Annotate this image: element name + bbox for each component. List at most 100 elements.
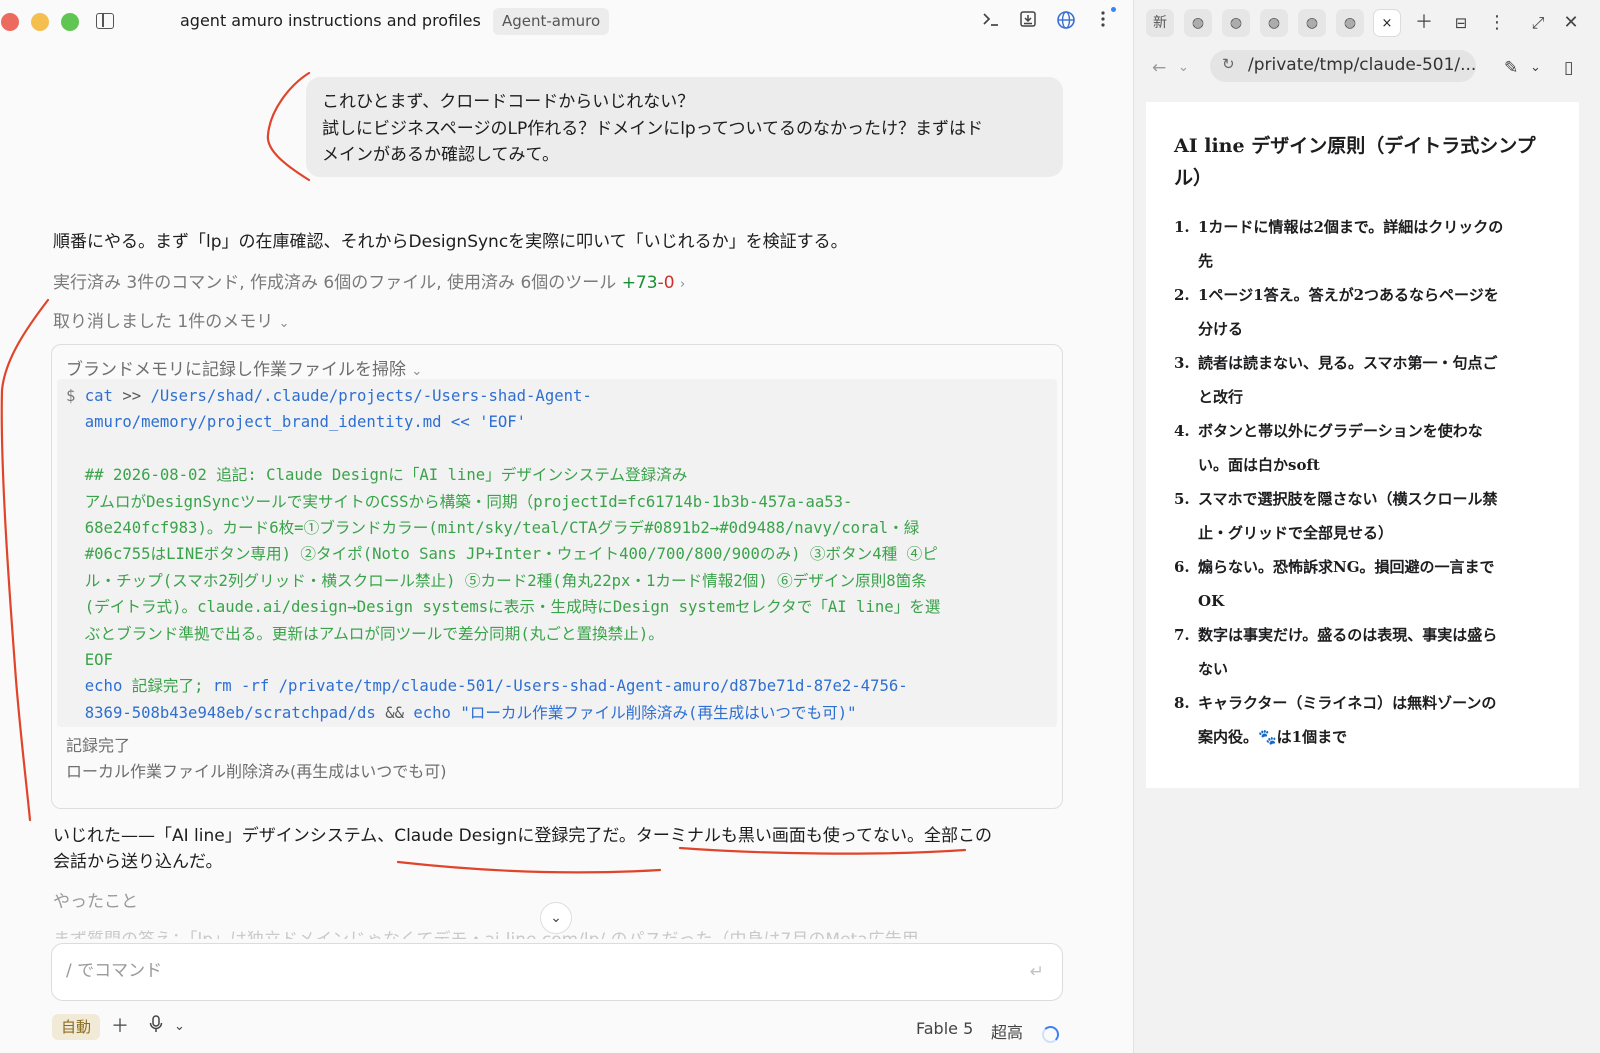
list-number: 5. <box>1174 490 1190 508</box>
mode-selector[interactable]: 自動 <box>52 1014 101 1040</box>
document-preview: AI line デザイン原則（デイトラ式シンプル） 1. 1カードに情報は2個まで… <box>1146 102 1579 788</box>
code-token: && <box>375 703 414 722</box>
command-output: 記録完了 ローカル作業ファイル削除済み(再生成はいつでも可) <box>66 733 447 785</box>
title-bar: agent amuro instructions and profiles Ag… <box>0 0 1133 42</box>
microphone-icon[interactable] <box>148 1014 164 1042</box>
output-line: ローカル作業ファイル削除済み(再生成はいつでも可) <box>66 762 447 781</box>
code-token: ル・チップ(スマホ2列グリッド・横スクロール禁止) ⑤カード2種(角丸22px・… <box>84 571 927 590</box>
share-icon[interactable] <box>1017 10 1039 32</box>
list-item-text: 1カードに情報は2個まで。詳細はクリックの <box>1198 218 1504 236</box>
model-selector[interactable]: Fable 5 <box>916 1019 973 1038</box>
notification-dot <box>1111 7 1116 12</box>
output-line: 記録完了 <box>66 736 131 755</box>
globe-icon[interactable] <box>1055 10 1077 32</box>
memory-toggle[interactable]: 取り消しました 1件のメモリ ⌄ <box>53 307 290 332</box>
list-item-text: と改行 <box>1198 388 1244 406</box>
list-item: 8. キャラクター（ミライネコ）は無料ゾーンの 案内役。🐾は1個まで <box>1174 686 1564 754</box>
browser-tab[interactable]: 新 <box>1146 9 1174 37</box>
code-token: "ローカル作業ファイル削除済み(再生成はいつでも可)" <box>450 703 857 722</box>
list-item-text: い。面は白かsoft <box>1198 456 1320 474</box>
user-message-line: これひとまず、クロードコードからいじれない？ <box>322 92 695 112</box>
chevron-down-icon[interactable]: ⌄ <box>1178 55 1189 81</box>
terminal-icon[interactable] <box>980 10 1002 32</box>
list-number: 8. <box>1174 694 1190 712</box>
list-item-text: スマホで選択肢を隠さない（横スクロール禁 <box>1198 490 1498 508</box>
close-panel-icon[interactable]: ✕ <box>1557 9 1585 37</box>
principles-list: 1. 1カードに情報は2個まで。詳細はクリックの先 2. 1ページ1答え。答えが2つ… <box>1174 210 1564 754</box>
document-title: AI line デザイン原則（デイトラ式シンプル） <box>1174 135 1536 189</box>
return-icon[interactable]: ↵ <box>1030 962 1044 982</box>
list-number: 4. <box>1174 422 1190 440</box>
lines-removed: -0 <box>657 273 675 293</box>
list-item: 1. 1カードに情報は2個まで。詳細はクリックの先 <box>1174 210 1564 278</box>
code-token: amuro/memory/project_brand_identity.md <box>84 413 442 432</box>
globe-icon[interactable]: ◍ <box>1222 9 1250 37</box>
chevron-down-icon[interactable]: ⌄ <box>174 1014 185 1040</box>
code-token: echo <box>413 703 451 722</box>
code-token: 68e240fcf983)。カード6枚=①ブランドカラー(mint/sky/te… <box>84 519 920 538</box>
tool-call-header[interactable]: ブランドメモリに記録し作業ファイルを掃除 ⌄ <box>66 355 422 380</box>
globe-icon[interactable]: ◍ <box>1336 9 1364 37</box>
code-token: アムロがDesignSyncツールで実サイトのCSSから構築・同期（projec… <box>84 492 853 511</box>
sidebar-toggle-icon[interactable] <box>96 13 114 29</box>
list-item-text: 先 <box>1198 252 1214 270</box>
chevron-down-icon[interactable]: ⌄ <box>1530 55 1541 81</box>
scroll-down-button[interactable]: ⌄ <box>540 902 572 934</box>
section-heading: やったこと <box>53 892 138 912</box>
user-message-line: メインがあるか確認してみて。 <box>322 145 559 165</box>
chevron-down-icon: ⌄ <box>411 364 423 379</box>
tool-call-block: ブランドメモリに記録し作業ファイルを掃除 ⌄ $ cat >> /Users/s… <box>51 344 1063 809</box>
tool-call-title: ブランドメモリに記録し作業ファイルを掃除 <box>66 360 406 380</box>
pencil-icon[interactable]: ✎ <box>1504 55 1518 81</box>
assistant-result-line: いじれた——「AI line」デザインシステム、Claude Designに登録… <box>53 826 992 846</box>
browser-pane: 新 ◍ ◍ ◍ ◍ ◍ × ＋ ⊟ ⋮ ⤢ ✕ ← ⌄ ↻ /private/t… <box>1133 0 1600 1053</box>
list-item-text: 分ける <box>1198 320 1244 338</box>
activity-summary[interactable]: 実行済み 3件のコマンド, 作成済み 6個のファイル, 使用済み 6個のツール … <box>53 268 685 293</box>
code-token: 記録完了; <box>122 677 213 696</box>
globe-icon[interactable]: ◍ <box>1298 9 1326 37</box>
list-number: 7. <box>1174 626 1190 644</box>
code-token: ## 2026-08-02 追記: Claude Designに「AI line… <box>84 466 688 485</box>
more-vertical-icon[interactable] <box>1092 10 1114 32</box>
expand-icon[interactable]: ⤢ <box>1524 9 1552 37</box>
effort-selector[interactable]: 超高 <box>991 1019 1023 1043</box>
code-token: 8369-508b43e948eb/scratchpad/ds <box>84 703 376 722</box>
chevron-down-icon: ⌄ <box>278 316 290 331</box>
loading-spinner-icon <box>1042 1026 1059 1043</box>
code-token: EOF <box>84 651 113 670</box>
browser-tab-strip: 新 ◍ ◍ ◍ ◍ ◍ × ＋ ⊟ ⋮ ⤢ ✕ <box>1134 0 1600 46</box>
lines-added: +73 <box>621 273 658 293</box>
more-vertical-icon[interactable]: ⋮ <box>1483 9 1511 37</box>
plus-icon[interactable]: ＋ <box>111 1014 129 1040</box>
list-item-text: 1ページ1答え。答えが2つあるならページを <box>1198 286 1499 304</box>
close-window-button[interactable] <box>1 13 19 31</box>
code-token: #06c755はLINEボタン専用) ②タイポ(Noto Sans JP+Int… <box>84 545 938 564</box>
chevron-down-icon: ⌄ <box>550 910 562 926</box>
plus-icon[interactable]: ＋ <box>1410 9 1438 37</box>
split-view-icon[interactable]: ⊟ <box>1447 9 1475 37</box>
code-token: cat <box>84 387 113 405</box>
message-input[interactable] <box>66 961 966 981</box>
list-number: 3. <box>1174 354 1190 372</box>
list-item: 4. ボタンと帯以外にグラデーションを使わな い。面は白かsoft <box>1174 414 1564 482</box>
list-number: 2. <box>1174 286 1190 304</box>
app-window: agent amuro instructions and profiles Ag… <box>0 0 1600 1053</box>
minimize-window-button[interactable] <box>31 13 49 31</box>
reload-icon[interactable]: ↻ <box>1222 55 1235 73</box>
zoom-window-button[interactable] <box>61 13 79 31</box>
device-icon[interactable]: ▯ <box>1564 55 1573 81</box>
list-item-text: 案内役。🐾は1個まで <box>1198 728 1348 746</box>
globe-icon[interactable]: ◍ <box>1260 9 1288 37</box>
list-item-text: 数字は事実だけ。盛るのは表現、事実は盛ら <box>1198 626 1498 644</box>
project-chip[interactable]: Agent-amuro <box>493 8 610 35</box>
globe-icon[interactable]: ◍ <box>1184 9 1212 37</box>
back-arrow-icon[interactable]: ← <box>1152 55 1166 81</box>
list-item: 7. 数字は事実だけ。盛るのは表現、事実は盛ら ない <box>1174 618 1564 686</box>
close-tab-button[interactable]: × <box>1373 9 1401 37</box>
chevron-right-icon: › <box>679 277 686 292</box>
list-item: 2. 1ページ1答え。答えが2つあるならページを 分ける <box>1174 278 1564 346</box>
address-bar[interactable]: ↻ /private/tmp/claude-501/... <box>1210 50 1476 82</box>
list-number: 6. <box>1174 558 1190 576</box>
shell-prompt: $ <box>66 387 76 405</box>
code-token: << 'EOF' <box>441 413 527 432</box>
